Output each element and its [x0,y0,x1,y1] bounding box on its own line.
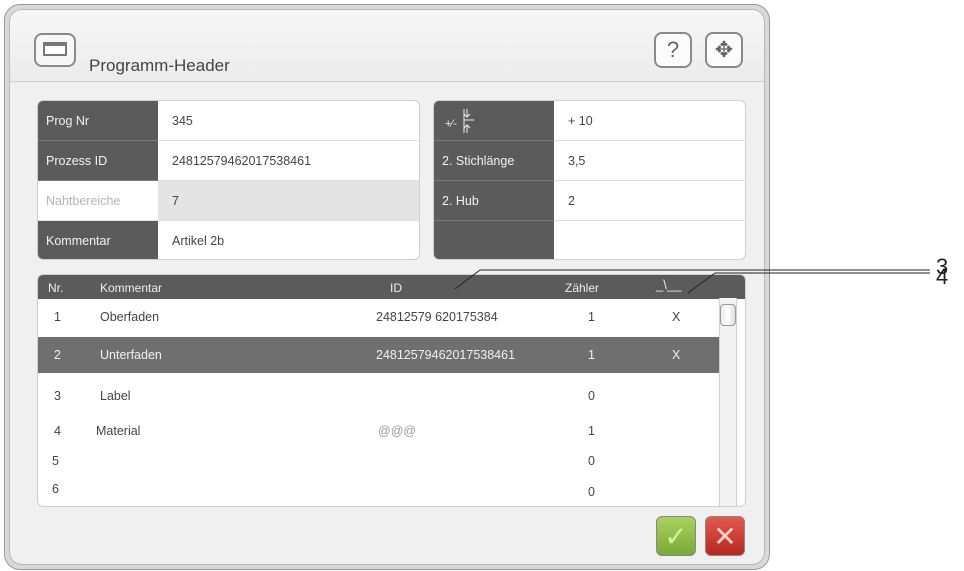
callout-lines [454,269,930,294]
callout-label-4: 4 [936,264,949,289]
